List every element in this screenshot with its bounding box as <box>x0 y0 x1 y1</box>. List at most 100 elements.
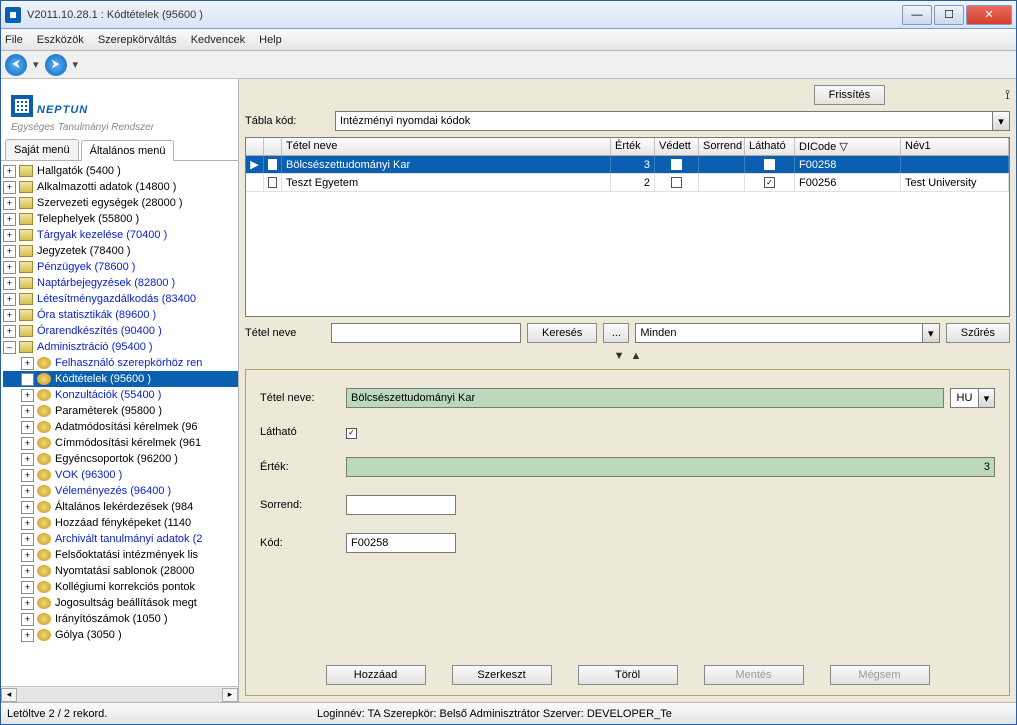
search-input[interactable] <box>331 323 521 343</box>
tree-item[interactable]: +Véleményezés (96400 ) <box>3 483 238 499</box>
expand-icon[interactable]: + <box>21 437 34 450</box>
protected-checkbox[interactable] <box>671 177 682 188</box>
expand-icon[interactable]: + <box>21 533 34 546</box>
menu-file[interactable]: File <box>5 34 23 46</box>
menu-favorites[interactable]: Kedvencek <box>191 34 245 46</box>
refresh-button[interactable]: Frissítés <box>814 85 886 105</box>
expand-icon[interactable]: + <box>3 245 16 258</box>
scroll-right-button[interactable]: ▸ <box>222 688 238 702</box>
tree-item[interactable]: +Konzultációk (55400 ) <box>3 387 238 403</box>
filter-scope-dropdown[interactable]: ▾ <box>923 323 940 343</box>
menu-roleswap[interactable]: Szerepkörváltás <box>98 34 177 46</box>
scroll-left-button[interactable]: ◂ <box>1 688 17 702</box>
tree-item[interactable]: +Telephelyek (55800 ) <box>3 211 238 227</box>
cell-visible[interactable]: ✓ <box>745 174 795 191</box>
expand-icon[interactable]: + <box>21 501 34 514</box>
filter-button[interactable]: Szűrés <box>946 323 1010 343</box>
tree[interactable]: +Hallgatók (5400 )+Alkalmazotti adatok (… <box>1 161 238 645</box>
minimize-button[interactable]: — <box>902 5 932 25</box>
expand-icon[interactable]: + <box>21 469 34 482</box>
expand-icon[interactable]: + <box>3 165 16 178</box>
expand-icon[interactable]: + <box>21 373 34 386</box>
tree-item[interactable]: +Címmódosítási kérelmek (961 <box>3 435 238 451</box>
splitter-down-icon[interactable]: ▼ <box>614 350 625 362</box>
tree-item[interactable]: +Gólya (3050 ) <box>3 627 238 643</box>
grid-header-cell[interactable]: DICode ▽ <box>795 138 901 155</box>
cell-protected[interactable] <box>655 156 699 173</box>
search-button[interactable]: Keresés <box>527 323 597 343</box>
cell-visible[interactable]: ✓ <box>745 156 795 173</box>
expand-icon[interactable]: + <box>21 613 34 626</box>
collapse-icon[interactable]: – <box>3 341 16 354</box>
expand-icon[interactable]: + <box>3 197 16 210</box>
detail-order-input[interactable] <box>346 495 456 515</box>
expand-icon[interactable]: + <box>21 421 34 434</box>
expand-icon[interactable]: + <box>3 213 16 226</box>
protected-checkbox[interactable] <box>671 159 682 170</box>
expand-icon[interactable]: + <box>21 629 34 642</box>
expand-icon[interactable]: + <box>21 453 34 466</box>
tree-item[interactable]: +Archivált tanulmányi adatok (2 <box>3 531 238 547</box>
tree-item[interactable]: +Jogosultság beállítások megt <box>3 595 238 611</box>
cell-protected[interactable] <box>655 174 699 191</box>
expand-icon[interactable]: + <box>21 597 34 610</box>
pin-icon[interactable]: ⟟ <box>1005 87 1010 103</box>
expand-icon[interactable]: + <box>21 389 34 402</box>
tree-item[interactable]: +Felhasználó szerepkörhöz ren <box>3 355 238 371</box>
expand-icon[interactable]: + <box>3 181 16 194</box>
grid-header-cell[interactable]: Név1 <box>901 138 1009 155</box>
grid-header[interactable]: Tétel neveÉrtékVédettSorrendLáthatóDICod… <box>246 138 1009 156</box>
edit-button[interactable]: Szerkeszt <box>452 665 552 685</box>
expand-icon[interactable]: + <box>21 517 34 530</box>
tree-item[interactable]: +Hozzáad fényképeket (1140 <box>3 515 238 531</box>
table-code-combo[interactable] <box>335 111 993 131</box>
nav-forward-dropdown[interactable]: ▾ <box>71 58 81 71</box>
row-select-checkbox[interactable] <box>268 159 277 170</box>
grid-header-cell[interactable]: Védett <box>655 138 699 155</box>
tree-item[interactable]: +Hallgatók (5400 ) <box>3 163 238 179</box>
expand-icon[interactable]: + <box>3 293 16 306</box>
visible-checkbox[interactable]: ✓ <box>764 159 775 170</box>
expand-icon[interactable]: + <box>21 405 34 418</box>
tab-own-menu[interactable]: Saját menü <box>5 139 79 160</box>
delete-button[interactable]: Töröl <box>578 665 678 685</box>
expand-icon[interactable]: + <box>21 357 34 370</box>
expand-icon[interactable]: + <box>3 325 16 338</box>
expand-icon[interactable]: + <box>3 309 16 322</box>
tree-item[interactable]: +Általános lekérdezések (984 <box>3 499 238 515</box>
row-select[interactable] <box>264 156 282 173</box>
tree-item[interactable]: +Órarendkészítés (90400 ) <box>3 323 238 339</box>
detail-value-input[interactable] <box>346 457 995 477</box>
detail-code-input[interactable] <box>346 533 456 553</box>
close-button[interactable]: ✕ <box>966 5 1012 25</box>
grid-header-cell[interactable]: Érték <box>611 138 655 155</box>
tree-item[interactable]: +Létesítménygazdálkodás (83400 <box>3 291 238 307</box>
table-row[interactable]: ▶Bölcsészettudományi Kar3✓F00258 <box>246 156 1009 174</box>
cancel-button[interactable]: Mégsem <box>830 665 930 685</box>
row-select-checkbox[interactable] <box>268 177 277 188</box>
add-button[interactable]: Hozzáad <box>326 665 426 685</box>
tree-item[interactable]: +Irányítószámok (1050 ) <box>3 611 238 627</box>
menu-help[interactable]: Help <box>259 34 282 46</box>
expand-icon[interactable]: + <box>3 277 16 290</box>
expand-icon[interactable]: + <box>3 261 16 274</box>
detail-name-input[interactable] <box>346 388 944 408</box>
nav-back-dropdown[interactable]: ▾ <box>31 58 41 71</box>
tree-item[interactable]: +Paraméterek (95800 ) <box>3 403 238 419</box>
tree-item[interactable]: +Kollégiumi korrekciós pontok <box>3 579 238 595</box>
grid-header-cell[interactable]: Sorrend <box>699 138 745 155</box>
splitter-up-icon[interactable]: ▲ <box>631 350 642 362</box>
table-code-dropdown[interactable]: ▾ <box>993 111 1010 131</box>
row-select[interactable] <box>264 174 282 191</box>
visible-checkbox[interactable]: ✓ <box>764 177 775 188</box>
tree-item[interactable]: +VOK (96300 ) <box>3 467 238 483</box>
save-button[interactable]: Mentés <box>704 665 804 685</box>
expand-icon[interactable]: + <box>21 581 34 594</box>
grid-header-cell[interactable]: Tétel neve <box>282 138 611 155</box>
maximize-button[interactable]: ☐ <box>934 5 964 25</box>
expand-icon[interactable]: + <box>21 565 34 578</box>
table-row[interactable]: Teszt Egyetem2✓F00256Test University <box>246 174 1009 192</box>
detail-visible-checkbox[interactable]: ✓ <box>346 428 357 439</box>
expand-icon[interactable]: + <box>21 549 34 562</box>
tree-item[interactable]: +Pénzügyek (78600 ) <box>3 259 238 275</box>
